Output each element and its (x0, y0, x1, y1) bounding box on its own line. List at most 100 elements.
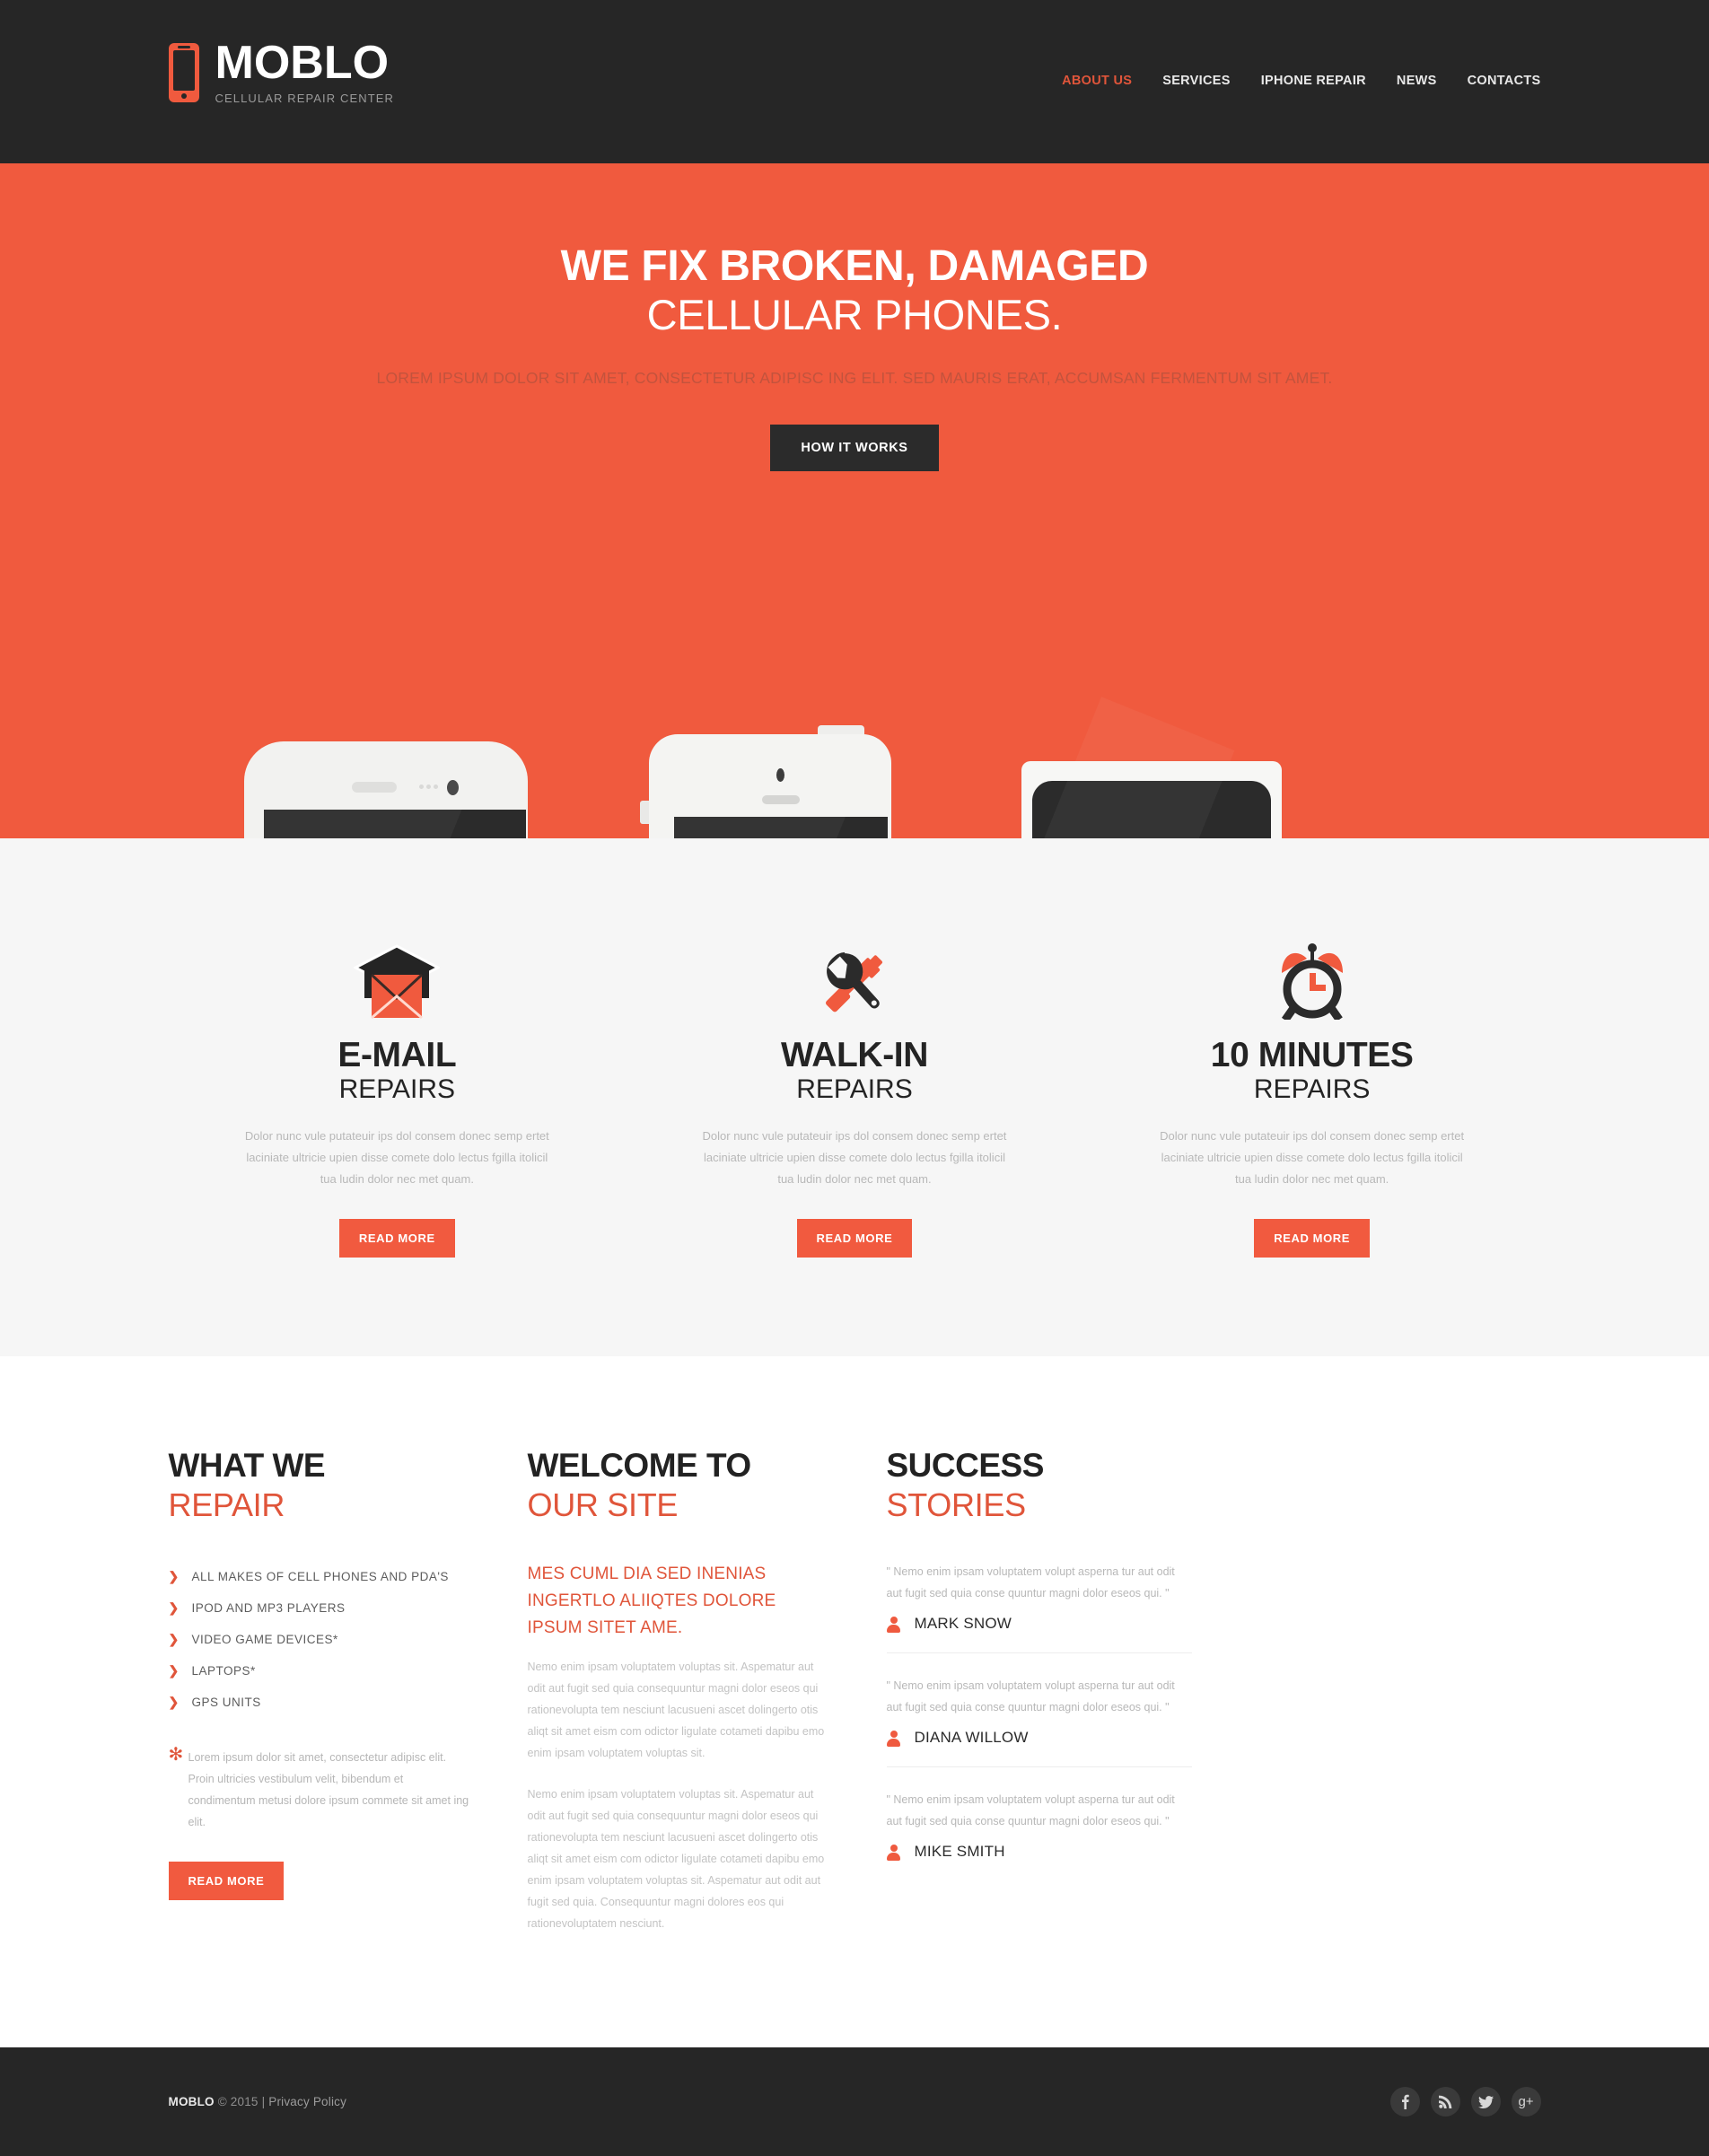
welcome-paragraph-2: Nemo enim ipsam voluptatem voluptas sit.… (527, 1788, 825, 1930)
nav-item-contacts[interactable]: CONTACTS (1468, 74, 1541, 88)
testimonial-author: DIANA WILLOW (914, 1729, 1029, 1746)
heading-line-dark: WHAT WE (168, 1447, 326, 1484)
service-description: Dolor nunc vule putateuir ips dol consem… (1160, 1129, 1465, 1186)
what-we-repair-heading: WHAT WE REPAIR (169, 1446, 474, 1525)
list-item[interactable]: ❯ IPOD AND MP3 PLAYERS (169, 1592, 474, 1624)
service-title: E-MAIL (337, 1036, 457, 1074)
site-footer: MOBLO © 2015 | Privacy Policy g+ (0, 2047, 1709, 2156)
logo-subtitle: CELLULAR REPAIR CENTER (215, 92, 395, 105)
chevron-right-icon: ❯ (168, 1569, 180, 1583)
welcome-column: WELCOME TO OUR SITE MES CUML DIA SED INE… (528, 1446, 887, 1954)
tablet-bezel (925, 697, 1271, 838)
testimonial: " Nemo enim ipsam voluptatem volupt aspe… (886, 1766, 1192, 1880)
service-title: WALK-IN (780, 1036, 928, 1074)
list-item-label: GPS UNITS (191, 1696, 261, 1709)
chevron-right-icon: ❯ (168, 1695, 180, 1709)
envelope-icon (199, 933, 596, 1020)
person-icon (886, 1844, 900, 1861)
twitter-icon[interactable] (1470, 2087, 1501, 2117)
testimonial: " Nemo enim ipsam voluptatem volupt aspe… (886, 1561, 1192, 1652)
heading-line-accent: STORIES (886, 1486, 1027, 1523)
phone-front-camera (446, 780, 459, 795)
iphone-screen (673, 817, 888, 838)
person-icon (886, 1730, 900, 1747)
tablet-illustration (925, 697, 1282, 838)
welcome-heading: WELCOME TO OUR SITE (528, 1446, 833, 1525)
phone-speaker-detail (177, 46, 190, 48)
logo[interactable]: MOBLO CELLULAR REPAIR CENTER (168, 37, 395, 105)
nav-item-about-us[interactable]: ABOUT US (1062, 74, 1132, 88)
list-item-label: IPOD AND MP3 PLAYERS (191, 1601, 346, 1615)
testimonial: " Nemo enim ipsam voluptatem volupt aspe… (886, 1652, 1192, 1766)
phone-sensor-dots (418, 784, 441, 789)
iphone-body (648, 734, 891, 838)
main-navigation[interactable]: ABOUT US SERVICES IPHONE REPAIR NEWS CON… (1062, 39, 1540, 88)
service-subtitle: REPAIRS (796, 1074, 913, 1104)
nav-item-services[interactable]: SERVICES (1162, 74, 1230, 88)
site-header: MOBLO CELLULAR REPAIR CENTER ABOUT US SE… (0, 0, 1709, 163)
read-more-button-email[interactable]: READ MORE (338, 1219, 455, 1258)
device-illustrations (169, 697, 1541, 838)
service-title: 10 MINUTES (1210, 1036, 1414, 1074)
android-phone-illustration (235, 741, 537, 838)
chevron-right-icon: ❯ (168, 1632, 180, 1646)
list-item-label: VIDEO GAME DEVICES* (191, 1633, 338, 1646)
chevron-right-icon: ❯ (168, 1600, 180, 1615)
mobile-phone-icon (168, 43, 199, 102)
heading-line-dark: WELCOME TO (527, 1447, 752, 1484)
facebook-icon[interactable] (1389, 2087, 1420, 2117)
service-card-walkin: WALK-IN REPAIRS Dolor nunc vule putateui… (626, 933, 1083, 1258)
wrench-screwdriver-icon (656, 933, 1053, 1020)
nav-item-news[interactable]: NEWS (1397, 74, 1437, 88)
service-card-10minutes: 10 MINUTES REPAIRS Dolor nunc vule putat… (1083, 933, 1541, 1258)
hero-title-line2: CELLULAR PHONES. (646, 291, 1063, 338)
social-links: g+ (1389, 2087, 1541, 2117)
heading-line-dark: SUCCESS (886, 1447, 1045, 1484)
hero-title: WE FIX BROKEN, DAMAGED CELLULAR PHONES. (169, 242, 1541, 340)
what-we-repair-column: WHAT WE REPAIR ❯ ALL MAKES OF CELL PHONE… (168, 1446, 528, 1954)
services-section: E-MAIL REPAIRS Dolor nunc vule putateuir… (0, 838, 1709, 1356)
read-more-button-walkin[interactable]: READ MORE (796, 1219, 913, 1258)
list-item-label: ALL MAKES OF CELL PHONES AND PDA'S (191, 1570, 449, 1583)
logo-title: MOBLO (215, 37, 390, 89)
footnote: ✻ Lorem ipsum dolor sit amet, consectetu… (169, 1746, 474, 1833)
testimonial-author: MARK SNOW (914, 1615, 1012, 1632)
privacy-policy-link[interactable]: Privacy Policy (268, 2095, 346, 2108)
hero-banner: WE FIX BROKEN, DAMAGED CELLULAR PHONES. … (0, 163, 1709, 838)
nav-item-iphone-repair[interactable]: IPHONE REPAIR (1261, 74, 1366, 88)
success-stories-heading: SUCCESS STORIES (887, 1446, 1192, 1525)
list-item[interactable]: ❯ ALL MAKES OF CELL PHONES AND PDA'S (169, 1561, 474, 1592)
tablet-body (925, 697, 1282, 838)
person-icon (886, 1616, 900, 1633)
success-stories-column: SUCCESS STORIES " Nemo enim ipsam volupt… (886, 1446, 1246, 1954)
footnote-text: Lorem ipsum dolor sit amet, consectetur … (188, 1751, 469, 1828)
iphone-front-camera (776, 768, 784, 782)
rss-icon[interactable] (1430, 2087, 1460, 2117)
service-description: Dolor nunc vule putateuir ips dol consem… (702, 1129, 1007, 1186)
heading-line-accent: REPAIR (168, 1486, 285, 1523)
service-card-email: E-MAIL REPAIRS Dolor nunc vule putateuir… (169, 933, 627, 1258)
list-item[interactable]: ❯ GPS UNITS (169, 1687, 474, 1718)
footer-copyright-text: © 2015 | (217, 2095, 266, 2108)
list-item-label: LAPTOPS* (191, 1664, 256, 1678)
list-item[interactable]: ❯ VIDEO GAME DEVICES* (169, 1624, 474, 1655)
phone-speaker (351, 782, 397, 793)
testimonial-quote: " Nemo enim ipsam voluptatem volupt aspe… (886, 1793, 1175, 1827)
list-item[interactable]: ❯ LAPTOPS* (169, 1655, 474, 1687)
read-more-button-10minutes[interactable]: READ MORE (1254, 1219, 1371, 1258)
service-subtitle: REPAIRS (338, 1074, 456, 1104)
iphone-illustration (639, 725, 900, 838)
chevron-right-icon: ❯ (168, 1663, 180, 1678)
how-it-works-button[interactable]: HOW IT WORKS (770, 425, 939, 471)
google-plus-icon[interactable]: g+ (1511, 2087, 1541, 2117)
content-section: WHAT WE REPAIR ❯ ALL MAKES OF CELL PHONE… (0, 1356, 1709, 2047)
phone-body (243, 741, 528, 838)
read-more-button-repair[interactable]: READ MORE (168, 1862, 285, 1900)
iphone-silent-switch (639, 801, 649, 824)
testimonial-quote: " Nemo enim ipsam voluptatem volupt aspe… (886, 1679, 1175, 1713)
alarm-clock-icon (1114, 933, 1511, 1020)
service-description: Dolor nunc vule putateuir ips dol consem… (244, 1129, 549, 1186)
heading-line-accent: OUR SITE (527, 1486, 679, 1523)
welcome-paragraph-1: Nemo enim ipsam voluptatem voluptas sit.… (527, 1661, 825, 1759)
phone-screen (263, 810, 526, 838)
